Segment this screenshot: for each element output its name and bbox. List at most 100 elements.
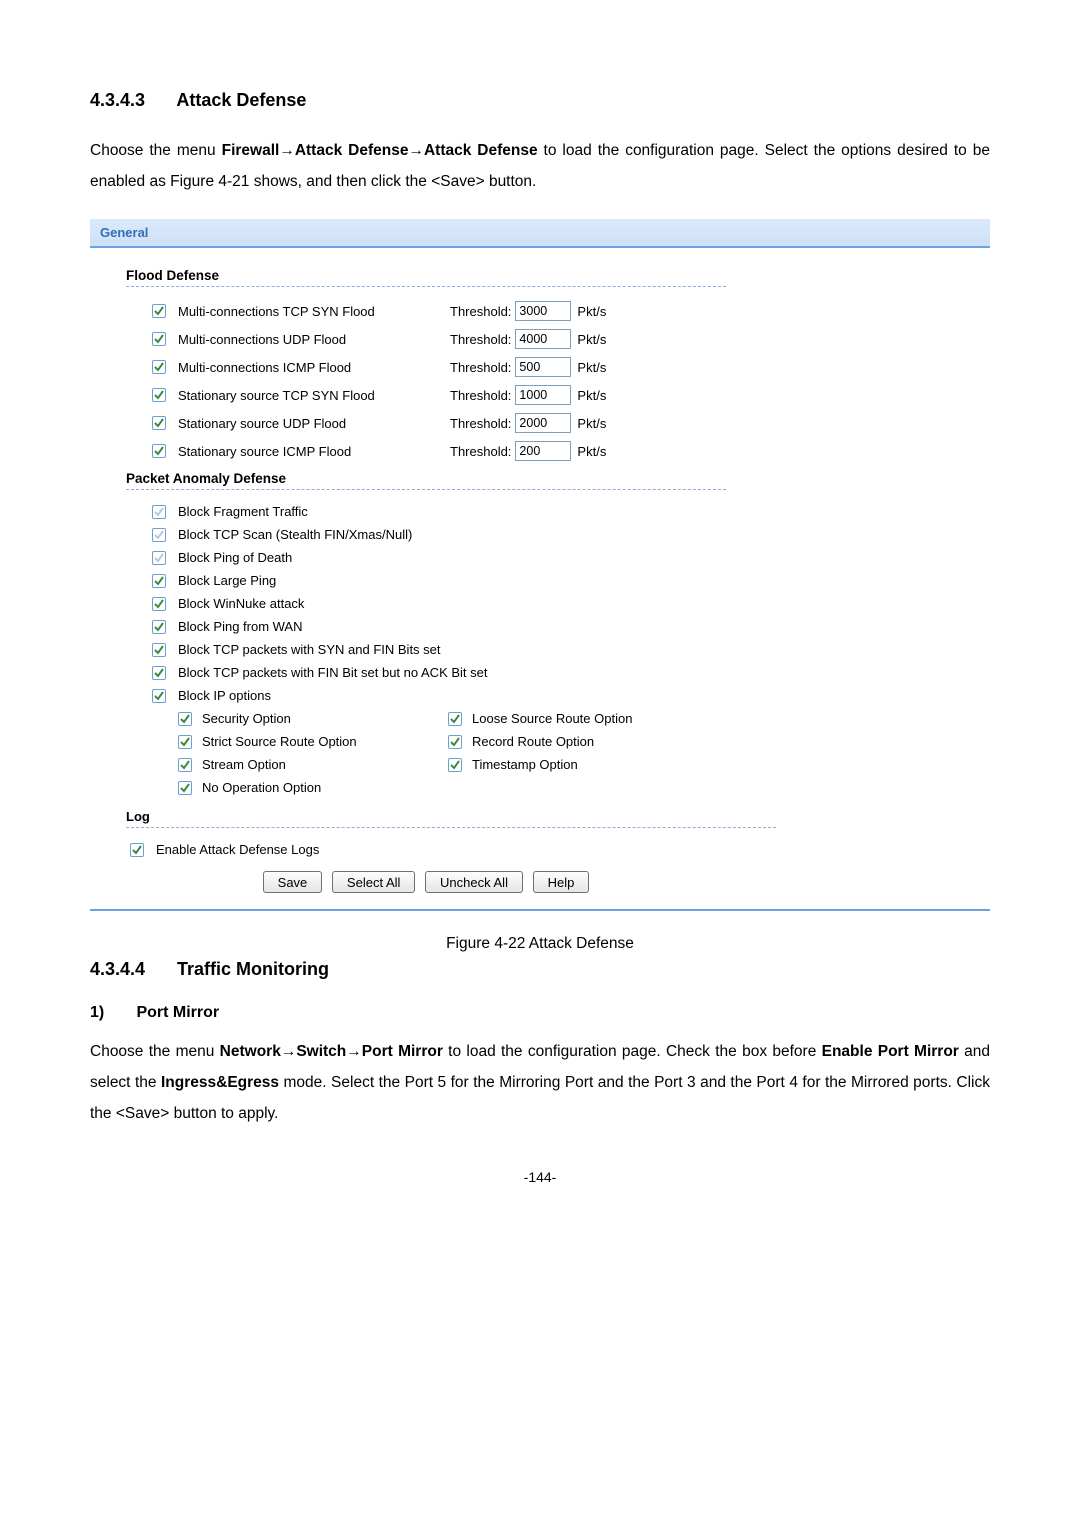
checkbox[interactable] [152,689,166,703]
threshold-input[interactable] [515,301,571,321]
flood-row: Stationary source TCP SYN Flood Threshol… [126,381,972,409]
bold-text: Firewall [222,142,280,159]
checkbox[interactable] [152,620,166,634]
checkbox[interactable] [152,360,166,374]
threshold-label: Threshold: [450,360,511,375]
log-title: Log [126,809,972,824]
ip-option-label: Record Route Option [472,734,594,749]
ip-option-label: Stream Option [202,757,286,772]
button-row: Save Select All Uncheck All Help [126,861,726,899]
checkbox[interactable] [152,304,166,318]
ip-option-label: No Operation Option [202,780,321,795]
packet-label: Block TCP Scan (Stealth FIN/Xmas/Null) [178,527,412,542]
log-row: Enable Attack Defense Logs [116,838,972,861]
checkbox[interactable] [152,643,166,657]
checkbox[interactable] [152,574,166,588]
unit-label: Pkt/s [577,332,606,347]
section-number: 4.3.4.3 [90,90,172,111]
config-panel: General Flood Defense Multi-connections … [90,219,990,911]
checkbox[interactable] [178,781,192,795]
threshold-input[interactable] [515,329,571,349]
packet-label: Block Fragment Traffic [178,504,308,519]
checkbox[interactable] [448,758,462,772]
checkbox[interactable] [130,843,144,857]
ip-option-label: Timestamp Option [472,757,578,772]
divider [126,285,726,287]
flood-row: Stationary source ICMP Flood Threshold: … [126,437,972,465]
divider [126,826,776,828]
arrow-icon: → [281,1043,297,1060]
unit-label: Pkt/s [577,444,606,459]
select-all-button[interactable]: Select All [332,871,415,893]
flood-defense-title: Flood Defense [126,268,972,283]
packet-anomaly-title: Packet Anomaly Defense [126,471,972,486]
checkbox[interactable] [152,388,166,402]
packet-row: Block WinNuke attack [126,592,972,615]
packet-row: Block TCP packets with FIN Bit set but n… [126,661,972,684]
list-title: Port Mirror [136,1004,219,1021]
packet-label: Block WinNuke attack [178,596,304,611]
packet-row: Block Ping from WAN [126,615,972,638]
bold-text: Ingress&Egress [161,1074,279,1091]
checkbox[interactable] [152,444,166,458]
packet-row: Block TCP packets with SYN and FIN Bits … [126,638,972,661]
checkbox-disabled[interactable] [152,551,166,565]
unit-label: Pkt/s [577,388,606,403]
ip-option-label: Security Option [202,711,291,726]
packet-label: Block TCP packets with SYN and FIN Bits … [178,642,441,657]
threshold-input[interactable] [515,413,571,433]
checkbox[interactable] [178,758,192,772]
flood-label: Stationary source UDP Flood [178,416,450,431]
unit-label: Pkt/s [577,304,606,319]
unit-label: Pkt/s [577,360,606,375]
packet-row: Block Ping of Death [126,546,972,569]
section-number: 4.3.4.4 [90,959,172,980]
packet-label: Block Large Ping [178,573,276,588]
packet-row: Block Large Ping [126,569,972,592]
bold-text: Attack Defense [295,142,409,159]
checkbox[interactable] [152,416,166,430]
general-bar: General [90,219,990,246]
checkbox[interactable] [178,735,192,749]
flood-label: Multi-connections ICMP Flood [178,360,450,375]
ip-option-label: Loose Source Route Option [472,711,632,726]
packet-row: Block TCP Scan (Stealth FIN/Xmas/Null) [126,523,972,546]
bold-text: Network [220,1043,281,1060]
checkbox[interactable] [152,597,166,611]
threshold-label: Threshold: [450,332,511,347]
paragraph-intro: Choose the menu Firewall→Attack Defense→… [90,135,990,197]
arrow-icon: → [408,142,424,159]
heading-attack-defense: 4.3.4.3 Attack Defense [90,90,990,111]
flood-label: Stationary source TCP SYN Flood [178,388,450,403]
checkbox[interactable] [448,735,462,749]
packet-label: Block Ping from WAN [178,619,303,634]
flood-label: Multi-connections UDP Flood [178,332,450,347]
threshold-input[interactable] [515,385,571,405]
unit-label: Pkt/s [577,416,606,431]
log-label: Enable Attack Defense Logs [156,842,319,857]
checkbox[interactable] [152,666,166,680]
threshold-input[interactable] [515,357,571,377]
ip-option-label: Strict Source Route Option [202,734,357,749]
checkbox[interactable] [152,332,166,346]
page-number: -144- [90,1169,990,1185]
checkbox-disabled[interactable] [152,528,166,542]
help-button[interactable]: Help [533,871,590,893]
checkbox-disabled[interactable] [152,505,166,519]
packet-label: Block Ping of Death [178,550,292,565]
checkbox[interactable] [178,712,192,726]
threshold-label: Threshold: [450,444,511,459]
checkbox[interactable] [448,712,462,726]
arrow-icon: → [346,1043,362,1060]
flood-row: Multi-connections TCP SYN Flood Threshol… [126,297,972,325]
bold-text: Attack Defense [424,142,538,159]
text: Choose the menu [90,1043,220,1060]
list-number: 1) [90,1004,132,1022]
save-button[interactable]: Save [263,871,323,893]
uncheck-all-button[interactable]: Uncheck All [425,871,523,893]
section-title: Traffic Monitoring [177,959,329,979]
heading-traffic-monitoring: 4.3.4.4 Traffic Monitoring [90,959,990,980]
ip-options-group: Security Option Loose Source Route Optio… [126,707,972,799]
threshold-input[interactable] [515,441,571,461]
bold-text: Enable Port Mirror [822,1043,959,1060]
